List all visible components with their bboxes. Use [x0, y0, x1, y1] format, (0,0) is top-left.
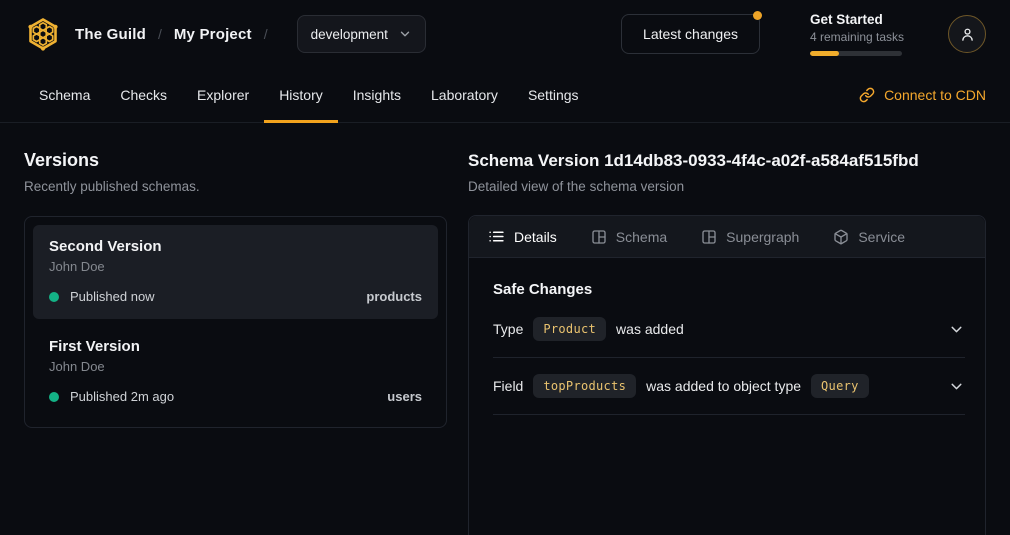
service-name-badge: users [387, 389, 422, 404]
connect-to-cdn-link[interactable]: Connect to CDN [859, 68, 986, 122]
list-icon [488, 228, 505, 245]
guild-logo-icon[interactable] [24, 15, 62, 53]
versions-list: Second Version John Doe Published now pr… [24, 216, 447, 428]
tab-checks[interactable]: Checks [105, 68, 182, 122]
published-status-dot [49, 292, 59, 302]
chevron-down-icon [948, 378, 965, 395]
tab-service-label: Service [858, 229, 905, 245]
cube-icon [833, 229, 849, 245]
org-name[interactable]: The Guild [75, 26, 146, 43]
versions-subtitle: Recently published schemas. [24, 179, 447, 194]
progress-fill [810, 51, 839, 56]
change-row[interactable]: Type Product was added [493, 301, 965, 358]
main-nav: Schema Checks Explorer History Insights … [0, 68, 1010, 123]
environment-selector[interactable]: development [297, 15, 426, 53]
tab-settings[interactable]: Settings [513, 68, 594, 122]
detail-body: Safe Changes Type Product was added Fiel… [469, 281, 985, 415]
tab-history[interactable]: History [264, 68, 338, 122]
get-started-widget[interactable]: Get Started 4 remaining tasks [810, 12, 902, 56]
expand-change-button[interactable] [948, 321, 965, 338]
change-code-chip: Product [533, 317, 606, 341]
environment-selector-value: development [311, 27, 388, 42]
change-code-chip: topProducts [533, 374, 636, 398]
chevron-down-icon [398, 27, 412, 41]
tab-explorer[interactable]: Explorer [182, 68, 264, 122]
tab-schema-view[interactable]: Schema [591, 229, 667, 245]
schema-version-title: Schema Version 1d14db83-0933-4f4c-a02f-a… [468, 151, 986, 171]
notification-dot [753, 11, 762, 20]
panels-icon [591, 229, 607, 245]
published-status-dot [49, 392, 59, 402]
latest-changes-label: Latest changes [643, 26, 738, 42]
header-right: Latest changes Get Started 4 remaining t… [621, 12, 986, 56]
tab-schema[interactable]: Schema [24, 68, 105, 122]
breadcrumb-separator: / [158, 26, 162, 42]
change-suffix: was added to object type [646, 378, 801, 394]
get-started-progress-track [810, 51, 902, 56]
versions-title: Versions [24, 150, 447, 171]
versions-panel: Versions Recently published schemas. Sec… [24, 137, 447, 535]
detail-tab-bar: Details Schema Supergraph [469, 216, 985, 258]
version-list-item[interactable]: Second Version John Doe Published now pr… [33, 225, 438, 319]
chevron-down-icon [948, 321, 965, 338]
version-meta: Published now products [49, 289, 422, 304]
tab-supergraph-label: Supergraph [726, 229, 799, 245]
schema-version-card: Details Schema Supergraph [468, 215, 986, 535]
version-meta: Published 2m ago users [49, 389, 422, 404]
tab-details-label: Details [514, 229, 557, 245]
change-suffix: was added [616, 321, 684, 337]
person-icon [959, 26, 976, 43]
latest-changes-button[interactable]: Latest changes [621, 14, 760, 54]
project-name[interactable]: My Project [174, 26, 252, 43]
user-avatar[interactable] [948, 15, 986, 53]
change-prefix: Type [493, 321, 523, 337]
tab-service[interactable]: Service [833, 229, 905, 245]
change-code-chip: Query [811, 374, 869, 398]
safe-changes-title: Safe Changes [493, 281, 965, 298]
version-author: John Doe [49, 259, 422, 274]
tab-details[interactable]: Details [488, 228, 557, 245]
main-content: Versions Recently published schemas. Sec… [0, 123, 1010, 535]
link-icon [859, 87, 875, 103]
tab-insights[interactable]: Insights [338, 68, 416, 122]
tab-schema-view-label: Schema [616, 229, 667, 245]
tab-supergraph[interactable]: Supergraph [701, 229, 799, 245]
version-name: First Version [49, 338, 422, 355]
version-list-item[interactable]: First Version John Doe Published 2m ago … [33, 325, 438, 419]
version-name: Second Version [49, 238, 422, 255]
get-started-title: Get Started [810, 12, 902, 27]
published-label: Published 2m ago [70, 389, 174, 404]
get-started-subtitle: 4 remaining tasks [810, 30, 902, 44]
panels-icon [701, 229, 717, 245]
tab-laboratory[interactable]: Laboratory [416, 68, 513, 122]
breadcrumb-separator: / [264, 26, 268, 42]
schema-version-panel: Schema Version 1d14db83-0933-4f4c-a02f-a… [468, 137, 986, 535]
change-prefix: Field [493, 378, 523, 394]
connect-to-cdn-label: Connect to CDN [884, 87, 986, 103]
schema-version-subtitle: Detailed view of the schema version [468, 179, 986, 194]
app-header: The Guild / My Project / development Lat… [0, 0, 1010, 68]
change-row[interactable]: Field topProducts was added to object ty… [493, 358, 965, 415]
expand-change-button[interactable] [948, 378, 965, 395]
service-name-badge: products [366, 289, 422, 304]
published-label: Published now [70, 289, 155, 304]
version-author: John Doe [49, 359, 422, 374]
